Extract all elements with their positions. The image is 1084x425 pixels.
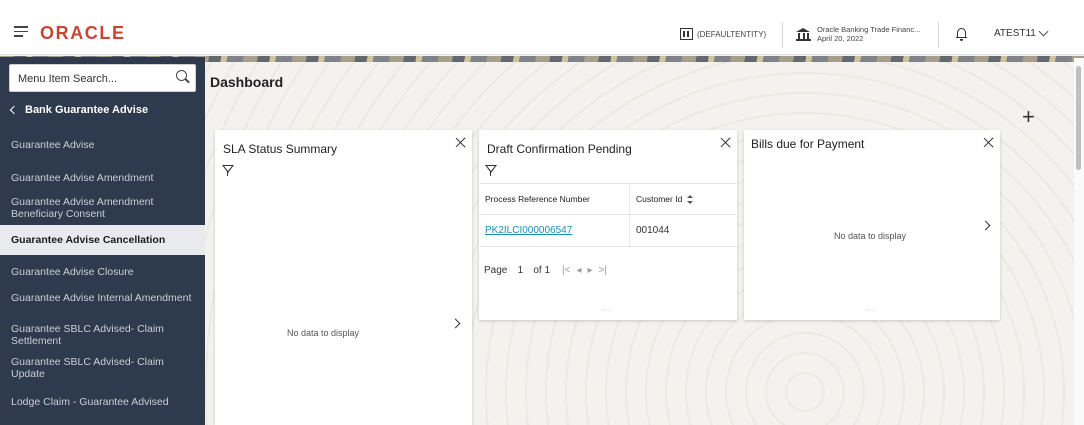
- building-icon: [680, 28, 693, 40]
- oracle-logo: ORACLE: [40, 23, 126, 43]
- widget-title: SLA Status Summary: [223, 142, 338, 156]
- column-header-label: Customer Id: [636, 194, 683, 204]
- sidebar-item-guarantee-advise-closure[interactable]: Guarantee Advise Closure: [0, 266, 205, 278]
- no-data-message: No data to display: [287, 328, 360, 338]
- sidebar-item-sblc-claim-settlement[interactable]: Guarantee SBLC Advised- Claim Settlement: [0, 323, 205, 347]
- entity-label: (DEFAULTENTITY): [697, 29, 767, 39]
- filter-icon[interactable]: [485, 165, 497, 176]
- page-total: of 1: [533, 265, 551, 276]
- header-divider: [782, 22, 783, 48]
- notification-bell-icon[interactable]: [956, 28, 967, 41]
- bank-name: Oracle Banking Trade Financ...: [817, 25, 921, 34]
- sidebar-item-guarantee-advise[interactable]: Guarantee Advise: [0, 139, 205, 151]
- user-name: ATEST11: [994, 28, 1036, 39]
- sidebar: Menu Item Search... Bank Guarantee Advis…: [0, 57, 205, 425]
- draft-table: Process Reference Number Customer Id PK2…: [480, 183, 736, 247]
- chevron-down-icon: [1038, 26, 1049, 37]
- sidebar-item-lodge-claim[interactable]: Lodge Claim - Guarantee Advised: [0, 396, 205, 408]
- widget-title: Bills due for Payment: [751, 137, 865, 151]
- chevron-left-icon: [9, 105, 19, 115]
- column-header-process-reference[interactable]: Process Reference Number: [480, 184, 630, 214]
- bank-selector[interactable]: Oracle Banking Trade Financ... April 20,…: [796, 25, 920, 43]
- page-number-input[interactable]: 1: [513, 265, 527, 276]
- scrollbar[interactable]: [1074, 58, 1084, 425]
- previous-page-icon[interactable]: ◂: [576, 265, 581, 276]
- last-page-icon[interactable]: >|: [599, 265, 607, 276]
- bank-date: April 20, 2022: [817, 34, 864, 43]
- sidebar-item-guarantee-advise-cancellation[interactable]: Guarantee Advise Cancellation: [0, 225, 205, 255]
- table-header-row: Process Reference Number Customer Id: [480, 184, 736, 215]
- bills-due-for-payment-widget: [744, 130, 1000, 320]
- page-label: Page: [484, 265, 508, 276]
- next-page-icon[interactable]: ▸: [588, 265, 593, 276]
- close-icon[interactable]: [455, 137, 466, 148]
- table-row: PK2ILCI000006547 001044: [480, 215, 736, 247]
- no-data-message: No data to display: [834, 231, 907, 241]
- sidebar-back-button[interactable]: Bank Guarantee Advise: [9, 104, 149, 116]
- sla-status-summary-widget: [215, 130, 472, 425]
- customer-id-cell: 001044: [636, 225, 670, 236]
- sidebar-item-amendment-beneficiary-consent[interactable]: Guarantee Advise Amendment Beneficiary C…: [0, 196, 205, 220]
- sidebar-section-title: Bank Guarantee Advise: [25, 104, 149, 116]
- top-header: ORACLE (DEFAULTENTITY) Oracle Banking Tr…: [0, 0, 1084, 55]
- column-header-customer-id[interactable]: Customer Id: [630, 184, 736, 214]
- first-page-icon[interactable]: |<: [562, 265, 570, 276]
- page-title: Dashboard: [210, 74, 284, 90]
- process-reference-link[interactable]: PK2ILCI000006547: [480, 215, 630, 246]
- menu-search-input[interactable]: Menu Item Search...: [9, 64, 196, 92]
- resize-grip-icon[interactable]: ···: [602, 307, 612, 314]
- pagination: Page 1 of 1 |< ◂ ▸ >|: [484, 265, 607, 276]
- add-widget-button[interactable]: +: [1022, 104, 1035, 130]
- user-menu[interactable]: ATEST11: [994, 26, 1049, 39]
- search-icon[interactable]: [176, 70, 187, 81]
- close-icon[interactable]: [720, 137, 731, 148]
- hamburger-menu-icon[interactable]: [14, 26, 28, 37]
- scrollbar-thumb[interactable]: [1076, 66, 1081, 170]
- sidebar-item-sblc-claim-update[interactable]: Guarantee SBLC Advised- Claim Update: [0, 356, 205, 380]
- sort-icon[interactable]: [687, 194, 694, 204]
- header-divider: [938, 22, 939, 48]
- bank-icon: [796, 27, 811, 41]
- resize-grip-icon[interactable]: ···: [866, 307, 876, 314]
- search-placeholder: Menu Item Search...: [18, 73, 118, 85]
- widget-title: Draft Confirmation Pending: [487, 142, 632, 156]
- close-icon[interactable]: [983, 137, 994, 148]
- filter-icon[interactable]: [222, 165, 234, 176]
- entity-selector[interactable]: (DEFAULTENTITY): [680, 28, 766, 40]
- sidebar-item-guarantee-advise-amendment[interactable]: Guarantee Advise Amendment: [0, 172, 205, 184]
- sidebar-item-guarantee-advise-internal-amendment[interactable]: Guarantee Advise Internal Amendment: [0, 292, 205, 304]
